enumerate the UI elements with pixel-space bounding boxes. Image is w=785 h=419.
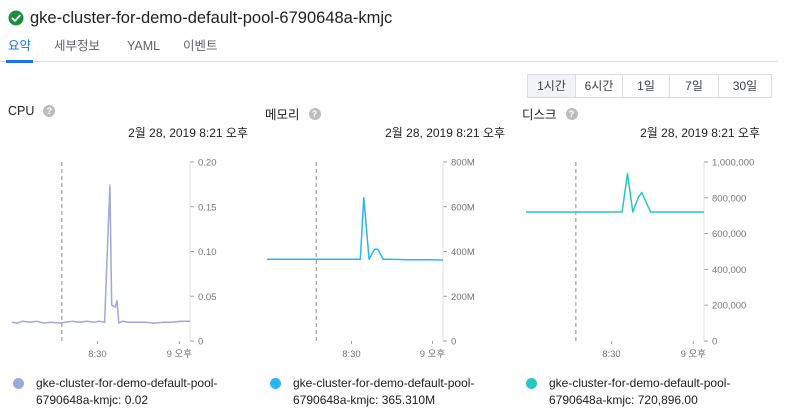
range-1-day-button[interactable]: 1일 <box>622 75 669 97</box>
legend-value: 6790648a-kmjc: 0.02 <box>36 393 149 407</box>
legend-value: 6790648a-kmjc: 720,896.00 <box>549 393 698 407</box>
x-tick-label: 9 오후 <box>681 349 707 360</box>
legend-label: gke-cluster-for-demo-default-pool- <box>36 376 218 390</box>
cpu-chart[interactable]: 0 0.05 0.10 0.15 0.20 8:30 9 오후 <box>8 154 248 374</box>
legend-label: gke-cluster-for-demo-default-pool- <box>293 376 475 390</box>
page-header: gke-cluster-for-demo-default-pool-679064… <box>8 6 392 30</box>
disk-chart[interactable]: 0 200,000 400,000 600,000 800,000 1,000,000 8:… <box>522 154 780 374</box>
help-icon[interactable]: ? <box>565 107 578 120</box>
memory-legend: gke-cluster-for-demo-default-pool- 679064… <box>270 375 498 409</box>
memory-chart[interactable]: 0 200M 400M 600M 800M 8:30 9 오후 <box>265 154 505 374</box>
y-tick-label: 400,000 <box>712 265 746 276</box>
legend-swatch <box>526 378 537 389</box>
y-tick-label: 600,000 <box>712 229 746 240</box>
disk-panel-date: 2월 28, 2019 8:21 오후 <box>640 126 760 140</box>
y-tick-label: 800,000 <box>712 193 746 204</box>
tab-summary[interactable]: 요약 <box>6 36 34 63</box>
help-icon[interactable]: ? <box>43 105 56 117</box>
y-tick-label: 800M <box>451 158 475 169</box>
legend-value: 6790648a-kmjc: 365.310M <box>293 393 436 407</box>
cpu-panel-title: CPU? <box>8 104 56 118</box>
y-tick-label: 0 <box>712 337 717 348</box>
x-tick-label: 8:30 <box>88 349 107 360</box>
x-tick-label: 9 오후 <box>167 349 193 360</box>
help-icon[interactable]: ? <box>308 107 321 120</box>
x-tick-label: 8:30 <box>342 349 361 360</box>
check-circle-icon <box>8 10 24 26</box>
x-tick-label: 9 오후 <box>420 349 446 360</box>
tab-details[interactable]: 세부정보 <box>54 36 100 62</box>
memory-panel-title: 메모리? <box>265 104 321 123</box>
memory-panel-date: 2월 28, 2019 8:21 오후 <box>385 126 505 140</box>
x-tick-label: 8:30 <box>602 349 621 360</box>
range-7-days-button[interactable]: 7일 <box>669 75 718 97</box>
disk-legend: gke-cluster-for-demo-default-pool- 679064… <box>526 375 754 409</box>
cpu-legend: gke-cluster-for-demo-default-pool- 679064… <box>13 375 241 409</box>
range-30-days-button[interactable]: 30일 <box>718 75 771 97</box>
range-6-hours-button[interactable]: 6시간 <box>575 75 622 97</box>
legend-swatch <box>13 378 24 389</box>
y-tick-label: 0 <box>198 337 203 348</box>
y-tick-label: 0.20 <box>198 158 217 169</box>
series-line <box>526 172 704 213</box>
y-tick-label: 0.15 <box>198 202 217 213</box>
range-1-hour-button[interactable]: 1시간 <box>528 75 575 97</box>
y-tick-label: 400M <box>451 247 475 258</box>
legend-swatch <box>270 378 281 389</box>
series-line <box>11 184 190 324</box>
disk-panel-title: 디스크? <box>522 104 578 123</box>
y-tick-label: 200,000 <box>712 301 746 312</box>
page-title: gke-cluster-for-demo-default-pool-679064… <box>30 8 393 27</box>
y-tick-label: 600M <box>451 202 475 213</box>
time-range-selector: 1시간 6시간 1일 7일 30일 <box>527 74 772 98</box>
y-tick-label: 1,000,000 <box>712 158 754 169</box>
series-line <box>267 197 444 261</box>
y-tick-label: 0 <box>451 337 456 348</box>
tab-events[interactable]: 이벤트 <box>183 36 218 62</box>
tab-bar: 요약 세부정보 YAML 이벤트 <box>0 36 778 63</box>
tab-yaml[interactable]: YAML <box>127 36 160 62</box>
y-tick-label: 0.05 <box>198 292 217 303</box>
y-tick-label: 200M <box>451 292 475 303</box>
cpu-panel-date: 2월 28, 2019 8:21 오후 <box>128 126 248 140</box>
y-tick-label: 0.10 <box>198 247 217 258</box>
legend-label: gke-cluster-for-demo-default-pool- <box>549 376 731 390</box>
